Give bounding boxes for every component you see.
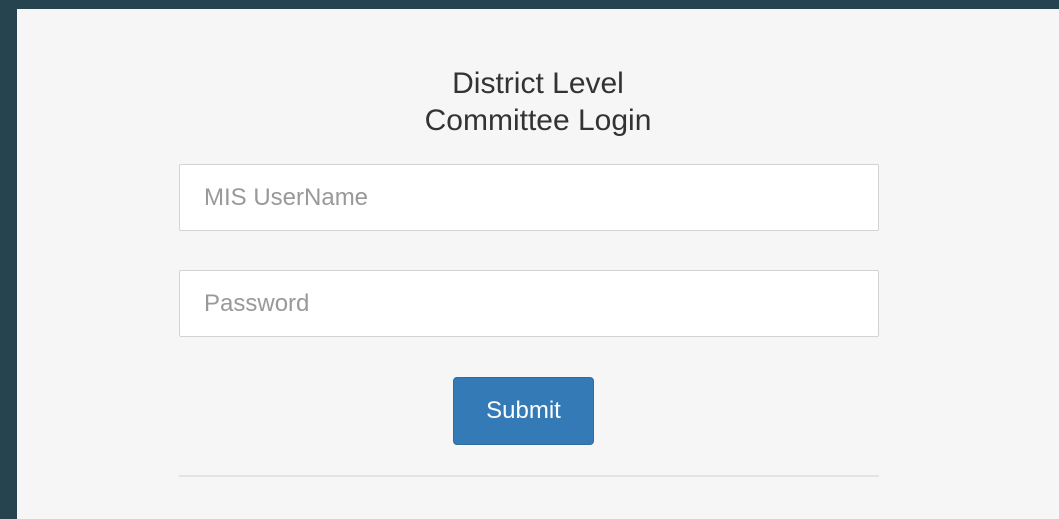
password-input[interactable]	[179, 270, 879, 337]
title-line-1: District Level	[452, 67, 624, 100]
login-panel: District Level Committee Login Submit	[17, 9, 1059, 519]
divider	[179, 475, 879, 477]
title-line-2: Committee Login	[424, 104, 652, 137]
page: District Level Committee Login Submit	[0, 0, 1059, 519]
submit-button[interactable]: Submit	[453, 377, 594, 445]
username-input[interactable]	[179, 164, 879, 231]
page-title: District Level Committee Login	[17, 65, 1059, 139]
